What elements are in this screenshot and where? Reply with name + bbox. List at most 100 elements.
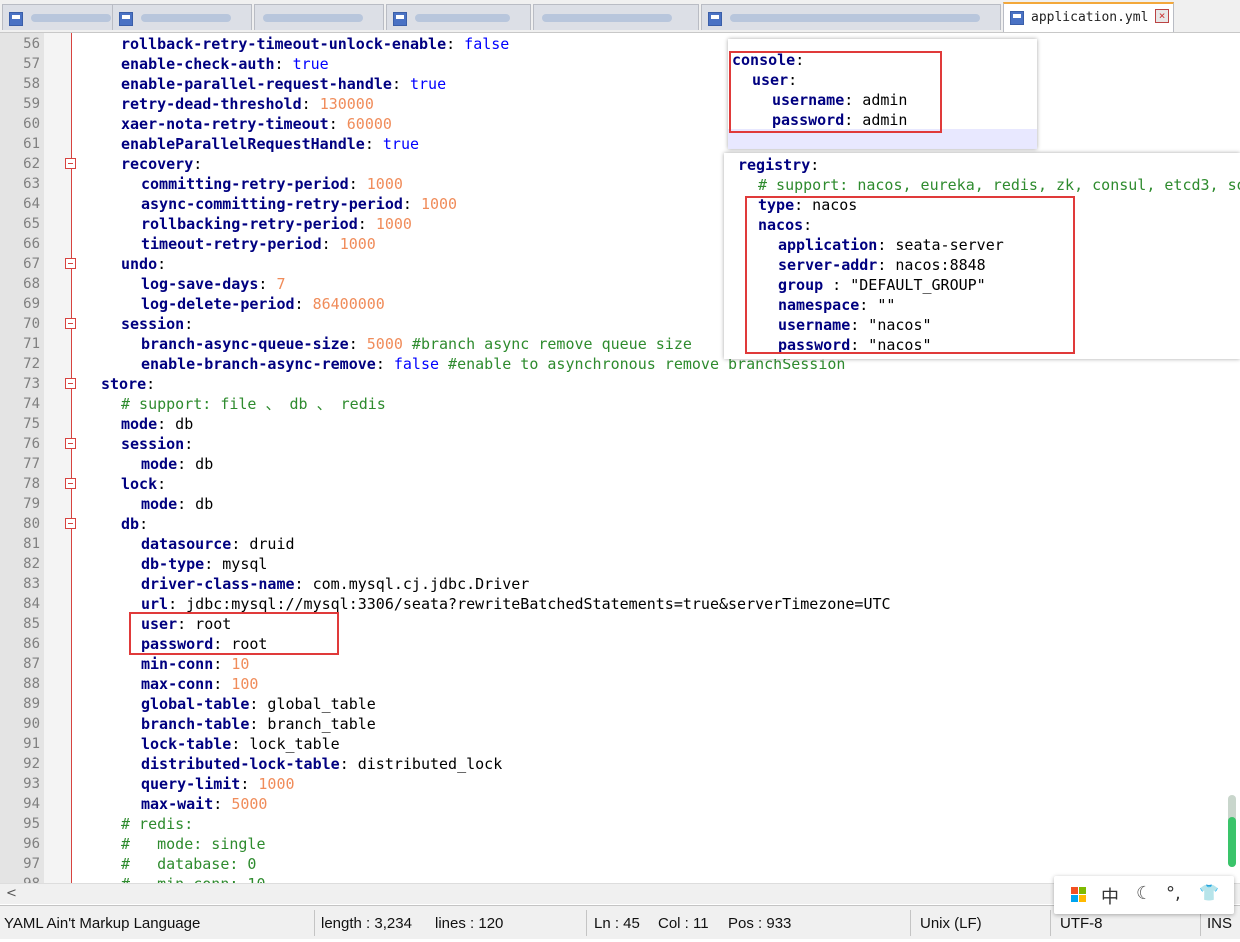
code-line[interactable]: 89 global-table: global_table [0, 694, 1240, 714]
line-number: 90 [23, 716, 40, 732]
line-number: 63 [23, 176, 40, 192]
tab-file-6[interactable] [701, 4, 1001, 30]
code-text: distributed-lock-table: distributed_lock [141, 754, 502, 774]
yaml-value: 1000 [258, 775, 295, 793]
code-line[interactable]: 79 mode: db [0, 494, 1240, 514]
fold-toggle-icon[interactable] [65, 378, 76, 389]
code-line[interactable]: 74 # support: file 、 db 、 redis [0, 394, 1240, 414]
code-line[interactable]: 90 branch-table: branch_table [0, 714, 1240, 734]
code-text: db: [121, 514, 148, 534]
line-number: 57 [23, 56, 40, 72]
tab-application-yml[interactable]: application.yml × [1003, 2, 1174, 32]
punctuation-icon[interactable]: °, [1166, 883, 1181, 904]
code-line[interactable]: 59 retry-dead-threshold: 130000 [0, 94, 1240, 114]
ime-language-icon[interactable]: 中 [1101, 883, 1119, 909]
vertical-scrollbar-thumb[interactable] [1228, 795, 1236, 867]
yaml-value: : [294, 295, 313, 313]
line-number: 81 [23, 536, 40, 552]
code-text: store: [101, 374, 155, 394]
code-line[interactable]: 91 lock-table: lock_table [0, 734, 1240, 754]
code-line[interactable]: 84 url: jdbc:mysql://mysql:3306/seata?rew… [0, 594, 1240, 614]
yaml-value: : [810, 156, 820, 174]
code-line[interactable]: 93 query-limit: 1000 [0, 774, 1240, 794]
code-text: async-committing-retry-period: 1000 [141, 194, 457, 214]
code-line[interactable]: 56 rollback-retry-timeout-unlock-enable: … [0, 34, 1240, 54]
code-line[interactable]: 95 # redis: [0, 814, 1240, 834]
code-line[interactable]: 81 datasource: druid [0, 534, 1240, 554]
code-line[interactable]: 78 lock: [0, 474, 1240, 494]
yaml-key: branch-table [141, 715, 250, 733]
code-line[interactable]: 73 store: [0, 374, 1240, 394]
code-text: # redis: [121, 814, 193, 834]
yaml-key: log-save-days [141, 275, 259, 293]
code-line[interactable]: 87 min-conn: 10 [0, 654, 1240, 674]
line-number: 65 [23, 216, 40, 232]
highlight-box-console [729, 51, 942, 133]
code-line[interactable]: 96 # mode: single [0, 834, 1240, 854]
code-line[interactable]: 76 session: [0, 434, 1240, 454]
yaml-value: : db [177, 455, 214, 473]
fold-toggle-icon[interactable] [65, 258, 76, 269]
code-editor[interactable]: 56 rollback-retry-timeout-unlock-enable: … [0, 33, 1240, 883]
code-line[interactable]: 88 max-conn: 100 [0, 674, 1240, 694]
moon-icon[interactable]: ☾ [1136, 883, 1152, 904]
line-number: 69 [23, 296, 40, 312]
yaml-value: 10 [231, 655, 250, 673]
code-line[interactable]: 97 # database: 0 [0, 854, 1240, 874]
yaml-value: : global_table [249, 695, 376, 713]
status-ln: Ln : 45 [594, 915, 640, 932]
tab-file-4[interactable] [386, 4, 531, 30]
code-line[interactable]: 80 db: [0, 514, 1240, 534]
yaml-value: true [382, 135, 420, 153]
code-line[interactable]: 92 distributed-lock-table: distributed_lo… [0, 754, 1240, 774]
scroll-left-icon[interactable]: < [6, 886, 17, 901]
yaml-value: : [213, 675, 232, 693]
code-line[interactable]: 61 enableParallelRequestHandle: true [0, 134, 1240, 154]
code-line[interactable]: 75 mode: db [0, 414, 1240, 434]
code-line[interactable]: 60 xaer-nota-retry-timeout: 60000 [0, 114, 1240, 134]
fold-toggle-icon[interactable] [65, 158, 76, 169]
tab-file-3[interactable] [254, 4, 384, 30]
yaml-key: enable-check-auth [121, 55, 275, 73]
code-text: datasource: druid [141, 534, 295, 554]
code-text: timeout-retry-period: 1000 [141, 234, 376, 254]
yaml-key: enableParallelRequestHandle [121, 135, 365, 153]
code-text: lock: [121, 474, 166, 494]
code-line[interactable]: 94 max-wait: 5000 [0, 794, 1240, 814]
skin-icon[interactable]: 👕 [1199, 883, 1219, 902]
yaml-value: : [157, 255, 167, 273]
code-text: rollback-retry-timeout-unlock-enable: fa… [121, 34, 509, 54]
line-number: 71 [23, 336, 40, 352]
ime-toolbar[interactable]: 中 ☾ °, 👕 [1054, 876, 1234, 914]
fold-toggle-icon[interactable] [65, 518, 76, 529]
yaml-key: db [121, 515, 140, 533]
yaml-value: : [357, 215, 376, 233]
code-text: branch-table: branch_table [141, 714, 376, 734]
code-line[interactable]: 77 mode: db [0, 454, 1240, 474]
line-number: 89 [23, 696, 40, 712]
yaml-value: 100 [231, 675, 259, 693]
fold-toggle-icon[interactable] [65, 478, 76, 489]
line-number: 86 [23, 636, 40, 652]
line-number: 68 [23, 276, 40, 292]
fold-toggle-icon[interactable] [65, 318, 76, 329]
code-line[interactable]: 83 driver-class-name: com.mysql.cj.jdbc.D… [0, 574, 1240, 594]
yaml-value: 130000 [319, 95, 374, 113]
overlay-line: registry: [738, 155, 819, 175]
close-icon[interactable]: × [1155, 9, 1169, 23]
line-number: 84 [23, 596, 40, 612]
yaml-value: 86400000 [312, 295, 385, 313]
yaml-value: true [292, 55, 329, 73]
tab-file-2[interactable] [112, 4, 252, 30]
yaml-value: 1000 [366, 175, 403, 193]
code-line[interactable]: 82 db-type: mysql [0, 554, 1240, 574]
line-number: 79 [23, 496, 40, 512]
line-number: 97 [23, 856, 40, 872]
tab-file-5[interactable] [533, 4, 699, 30]
fold-toggle-icon[interactable] [65, 438, 76, 449]
yaml-value: : [213, 655, 232, 673]
code-line[interactable]: 57 enable-check-auth: true [0, 54, 1240, 74]
yaml-key: max-conn [141, 675, 214, 693]
yaml-value: : [301, 95, 320, 113]
code-line[interactable]: 58 enable-parallel-request-handle: true [0, 74, 1240, 94]
